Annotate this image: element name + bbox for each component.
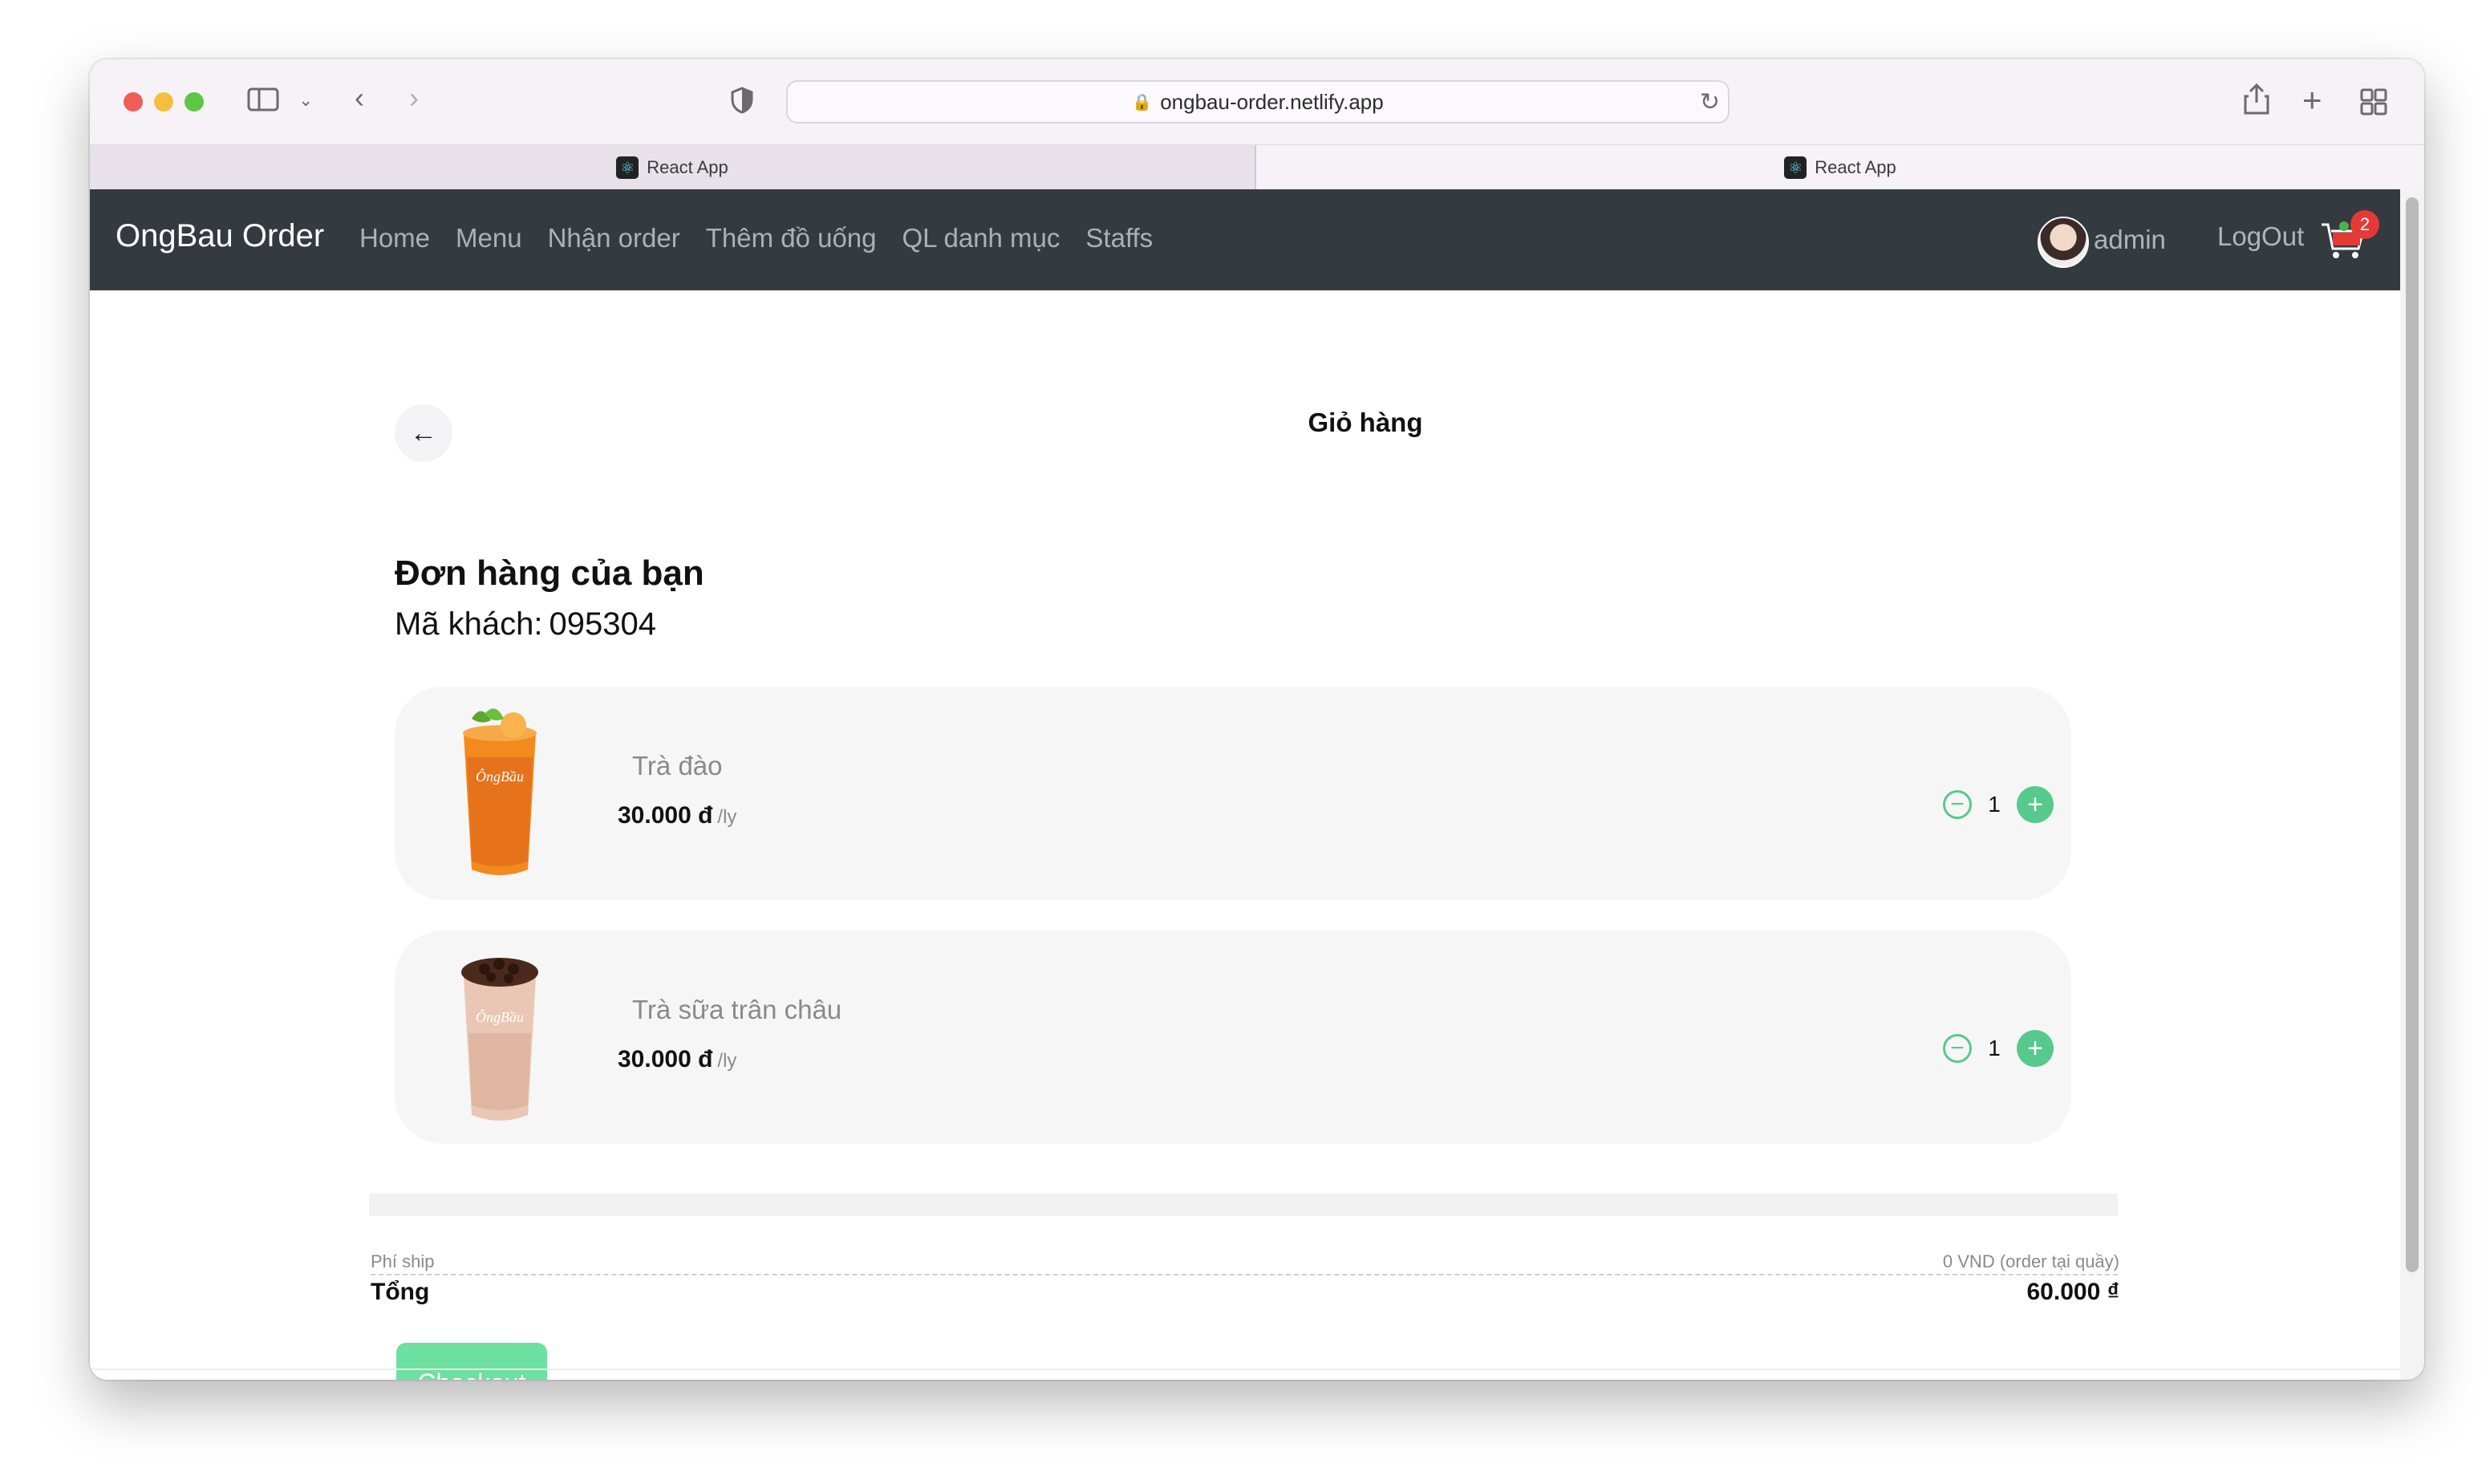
quantity-value: 1 [1988, 792, 2001, 817]
quantity-stepper: − 1 + [1943, 785, 2054, 825]
logout-link[interactable]: LogOut [2217, 221, 2304, 252]
minus-icon: − [1950, 1035, 1965, 1061]
shipping-fee-value: 0 VND (order tại quầy) [1942, 1251, 2119, 1271]
react-icon: ⚛ [1784, 156, 1807, 179]
address-bar[interactable]: 🔒 ongbau-order.netlify.app ↻ [786, 80, 1730, 124]
increase-quantity-button[interactable]: + [2017, 786, 2054, 823]
forward-nav-icon[interactable]: › [409, 83, 419, 112]
nav-menu[interactable]: Menu [456, 223, 522, 253]
customer-code-value: 095304 [549, 606, 657, 642]
quantity-value: 1 [1988, 1036, 2001, 1060]
lock-icon: 🔒 [1132, 93, 1153, 112]
reload-icon[interactable]: ↻ [1700, 88, 1720, 116]
privacy-shield-icon[interactable] [730, 87, 754, 119]
decrease-quantity-button[interactable]: − [1943, 790, 1972, 819]
nav-links: Home Menu Nhận order Thêm đồ uống QL dan… [359, 223, 1153, 253]
item-price: 30.000 đ/ly [618, 1046, 736, 1073]
page-bottom-edge [90, 1368, 2400, 1370]
tab-title: React App [647, 157, 728, 177]
cart-count-badge: 2 [2350, 210, 2379, 239]
section-divider [369, 1194, 2118, 1216]
nav-manage-categories[interactable]: QL danh mục [902, 223, 1060, 253]
svg-text:ÔngBầu: ÔngBầu [476, 1008, 524, 1025]
nav-staffs[interactable]: Staffs [1085, 223, 1153, 253]
back-nav-icon[interactable]: ‹ [355, 83, 364, 112]
browser-tab[interactable]: ⚛ React App [90, 145, 1256, 190]
order-heading: Đơn hàng của bạn [395, 553, 704, 593]
close-window-button[interactable] [124, 92, 143, 112]
react-icon: ⚛ [616, 156, 639, 179]
back-button[interactable]: ← [395, 404, 452, 462]
dashed-divider [371, 1274, 2118, 1275]
minus-icon: − [1950, 791, 1965, 817]
tab-overview-icon[interactable] [2360, 88, 2387, 120]
checkout-button[interactable]: Checkout [396, 1343, 547, 1380]
avatar[interactable] [2038, 217, 2089, 268]
plus-icon: + [2027, 1033, 2043, 1064]
milk-tea-image: ÔngBầu [440, 945, 560, 1129]
username-label[interactable]: admin [2094, 225, 2166, 255]
cart-item: ÔngBầu Trà đào 30.000 đ/ly − 1 + [395, 687, 2071, 900]
url-text: ongbau-order.netlify.app [1160, 89, 1384, 114]
customer-code: Mã khách: 095304 [395, 606, 656, 643]
plus-icon: + [2027, 789, 2043, 820]
item-unit: /ly [717, 806, 737, 828]
brand-link[interactable]: OngBau Order [116, 218, 324, 254]
tab-bar: ⚛ React App ⚛ React App [90, 144, 2424, 190]
customer-code-label: Mã khách: [395, 606, 543, 642]
browser-tab-active[interactable]: ⚛ React App [1256, 145, 2424, 190]
minimize-window-button[interactable] [154, 92, 173, 112]
new-tab-icon[interactable]: + [2302, 83, 2322, 117]
sidebar-toggle-icon[interactable] [247, 87, 279, 117]
increase-quantity-button[interactable]: + [2017, 1030, 2054, 1067]
scrollbar-thumb[interactable] [2406, 197, 2419, 1272]
item-unit: /ly [717, 1050, 737, 1072]
decrease-quantity-button[interactable]: − [1943, 1034, 1972, 1063]
page-title: Giỏ hàng [1308, 407, 1423, 437]
browser-window: ⌄ ‹ › 🔒 ongbau-order.netlify.app ↻ + ⚛ R… [90, 59, 2424, 1380]
tab-title: React App [1815, 157, 1896, 177]
quantity-stepper: − 1 + [1943, 1028, 2054, 1068]
nav-home[interactable]: Home [359, 223, 430, 253]
zoom-window-button[interactable] [185, 92, 204, 112]
chevron-down-icon[interactable]: ⌄ [298, 91, 313, 109]
svg-text:ÔngBầu: ÔngBầu [476, 768, 524, 785]
item-name: Trà đào [632, 751, 723, 781]
item-price-value: 30.000 đ [618, 802, 713, 829]
navbar: OngBau Order Home Menu Nhận order Thêm đ… [90, 189, 2400, 290]
share-icon[interactable] [2243, 83, 2270, 120]
shipping-fee-label: Phí ship [371, 1251, 435, 1271]
total-label: Tổng [371, 1279, 430, 1305]
peach-tea-image: ÔngBầu [440, 701, 560, 886]
page-viewport: OngBau Order Home Menu Nhận order Thêm đ… [90, 189, 2400, 1380]
item-price: 30.000 đ/ly [618, 802, 736, 829]
nav-receive-order[interactable]: Nhận order [548, 223, 680, 253]
item-price-value: 30.000 đ [618, 1046, 713, 1072]
browser-toolbar: ⌄ ‹ › 🔒 ongbau-order.netlify.app ↻ + [90, 59, 2424, 144]
cart-item: ÔngBầu Trà sữa trân châu 30.000 đ/ly − 1… [395, 931, 2071, 1144]
total-value: 60.000 ₫ [2026, 1279, 2120, 1305]
arrow-left-icon: ← [410, 417, 437, 448]
item-name: Trà sữa trân châu [632, 995, 842, 1024]
nav-add-drink[interactable]: Thêm đồ uống [706, 223, 877, 253]
